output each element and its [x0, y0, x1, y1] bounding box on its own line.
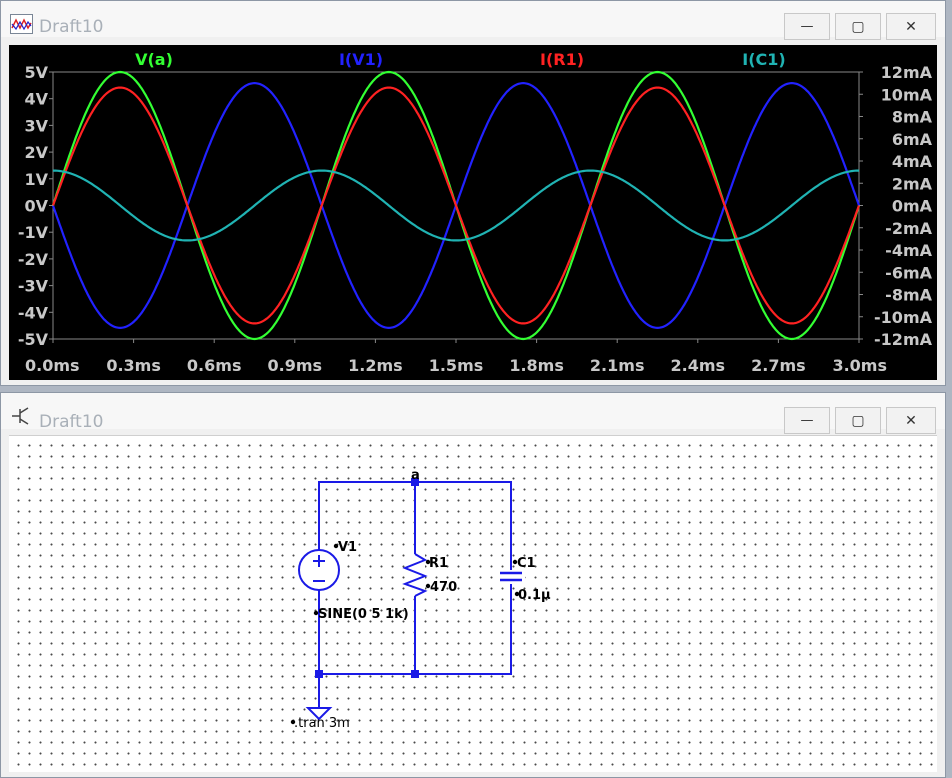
- x-tick-label: 3.0ms: [832, 356, 887, 375]
- legend-label[interactable]: I(C1): [742, 50, 785, 69]
- junction-bottom-mid[interactable]: [411, 670, 419, 678]
- maximize-button[interactable]: ▢: [835, 13, 881, 40]
- x-tick-label: 2.7ms: [751, 356, 806, 375]
- right-tick-label: -8mA: [885, 286, 932, 305]
- trace-ir1[interactable]: [51, 86, 861, 325]
- left-tick-label: -4V: [18, 303, 49, 322]
- v1-value-label[interactable]: SINE(0 5 1k): [318, 607, 409, 622]
- trace-group: [51, 70, 861, 341]
- legend-label[interactable]: V(a): [135, 50, 173, 69]
- maximize-button[interactable]: ▢: [835, 407, 881, 434]
- x-tick-label: 1.5ms: [429, 356, 484, 375]
- legend-label[interactable]: I(V1): [339, 50, 383, 69]
- left-axis-group: 5V 4V 3V 2V 1V 0V -1V -2V -3V -4V -5V: [18, 63, 53, 349]
- c1-name-label[interactable]: C1: [517, 556, 536, 571]
- waveform-window-title: Draft10: [39, 17, 104, 37]
- r1-name-label[interactable]: R1: [429, 556, 448, 571]
- right-tick-label: 2mA: [892, 174, 933, 193]
- right-tick-label: -10mA: [874, 308, 933, 327]
- waveform-icon: [10, 14, 33, 34]
- left-tick-label: -3V: [18, 277, 49, 296]
- schematic-window-titlebar[interactable]: Draft10 — ▢ ✕: [1, 393, 945, 434]
- right-tick-label: -4mA: [885, 241, 932, 260]
- junction-bottom-left[interactable]: [315, 670, 323, 678]
- plot-pane[interactable]: V(a) I(V1) I(R1) I(C1) 5V 4V 3V 2V 1V 0V -1V -2V -3…: [9, 45, 937, 380]
- x-tick-label: 0.6ms: [187, 356, 242, 375]
- left-tick-label: -2V: [18, 250, 49, 269]
- left-tick-label: -1V: [18, 223, 49, 242]
- legend-label[interactable]: I(R1): [540, 50, 584, 69]
- c1-value-label[interactable]: 0.1µ: [518, 588, 551, 603]
- left-tick-label: 3V: [24, 116, 48, 135]
- x-tick-label: 2.1ms: [590, 356, 645, 375]
- legend-group: V(a) I(V1) I(R1) I(C1): [135, 50, 786, 69]
- x-tick-label: 1.8ms: [509, 356, 564, 375]
- close-icon: ✕: [905, 412, 917, 429]
- right-tick-label: 12mA: [881, 63, 933, 82]
- close-button[interactable]: ✕: [886, 13, 936, 40]
- node-label-a[interactable]: a: [411, 468, 420, 483]
- schematic-icon: [12, 407, 29, 425]
- resistor-r1[interactable]: [402, 553, 428, 597]
- right-tick-label: 8mA: [892, 108, 933, 127]
- right-tick-label: 6mA: [892, 130, 933, 149]
- v1-name-label[interactable]: V1: [338, 540, 357, 555]
- right-tick-label: -12mA: [874, 330, 933, 349]
- x-axis-group: 0.0ms 0.3ms 0.6ms 0.9ms 1.2ms 1.5ms 1.8ms 2.1ms…: [25, 339, 887, 375]
- schematic-drawing[interactable]: a V1 SINE(0 5 1k) R1 470 C1 0.1µ .tran 3…: [9, 436, 937, 772]
- right-tick-label: -6mA: [885, 263, 932, 282]
- maximize-icon: ▢: [851, 412, 865, 429]
- left-tick-label: -5V: [18, 330, 49, 349]
- left-tick-label: 0V: [24, 197, 48, 216]
- maximize-icon: ▢: [851, 18, 865, 35]
- waveform-window: Draft10 — ▢ ✕ V(a) I(V1) I(R1) I(C1) 5V 4V 3V…: [0, 0, 946, 386]
- minimize-icon: —: [800, 413, 814, 428]
- minimize-icon: —: [800, 19, 814, 34]
- minimize-button[interactable]: —: [784, 407, 830, 434]
- right-tick-label: -2mA: [885, 219, 932, 238]
- right-axis-group: 12mA 10mA 8mA 6mA 4mA 2mA 0mA -2mA -4mA -6mA -8mA -…: [859, 63, 933, 349]
- left-tick-label: 1V: [24, 170, 48, 189]
- right-tick-label: 10mA: [881, 85, 933, 104]
- close-button[interactable]: ✕: [886, 407, 936, 434]
- close-icon: ✕: [905, 18, 917, 35]
- x-tick-label: 2.4ms: [671, 356, 726, 375]
- schematic-window: Draft10 — ▢ ✕ a V1 SINE(0 5 1k) R1 470 C…: [0, 392, 946, 778]
- left-tick-label: 2V: [24, 143, 48, 162]
- voltage-source-v1[interactable]: [298, 546, 340, 594]
- x-tick-label: 0.0ms: [25, 356, 80, 375]
- right-tick-label: 4mA: [892, 152, 933, 171]
- left-tick-label: 5V: [24, 63, 48, 82]
- schematic-canvas[interactable]: a V1 SINE(0 5 1k) R1 470 C1 0.1µ .tran 3…: [9, 435, 937, 772]
- waveform-window-titlebar[interactable]: Draft10 — ▢ ✕: [1, 1, 945, 40]
- minimize-button[interactable]: —: [784, 13, 830, 40]
- x-tick-label: 0.3ms: [106, 356, 161, 375]
- capacitor-c1[interactable]: [497, 570, 525, 584]
- waveform-chart[interactable]: V(a) I(V1) I(R1) I(C1) 5V 4V 3V 2V 1V 0V -1V -2V -3…: [9, 45, 937, 380]
- spice-directive[interactable]: .tran 3m: [294, 716, 350, 731]
- x-tick-label: 0.9ms: [268, 356, 323, 375]
- x-tick-label: 1.2ms: [348, 356, 403, 375]
- left-tick-label: 4V: [24, 90, 48, 109]
- schematic-window-title: Draft10: [39, 412, 104, 432]
- r1-value-label[interactable]: 470: [430, 580, 457, 595]
- right-tick-label: 0mA: [892, 197, 933, 216]
